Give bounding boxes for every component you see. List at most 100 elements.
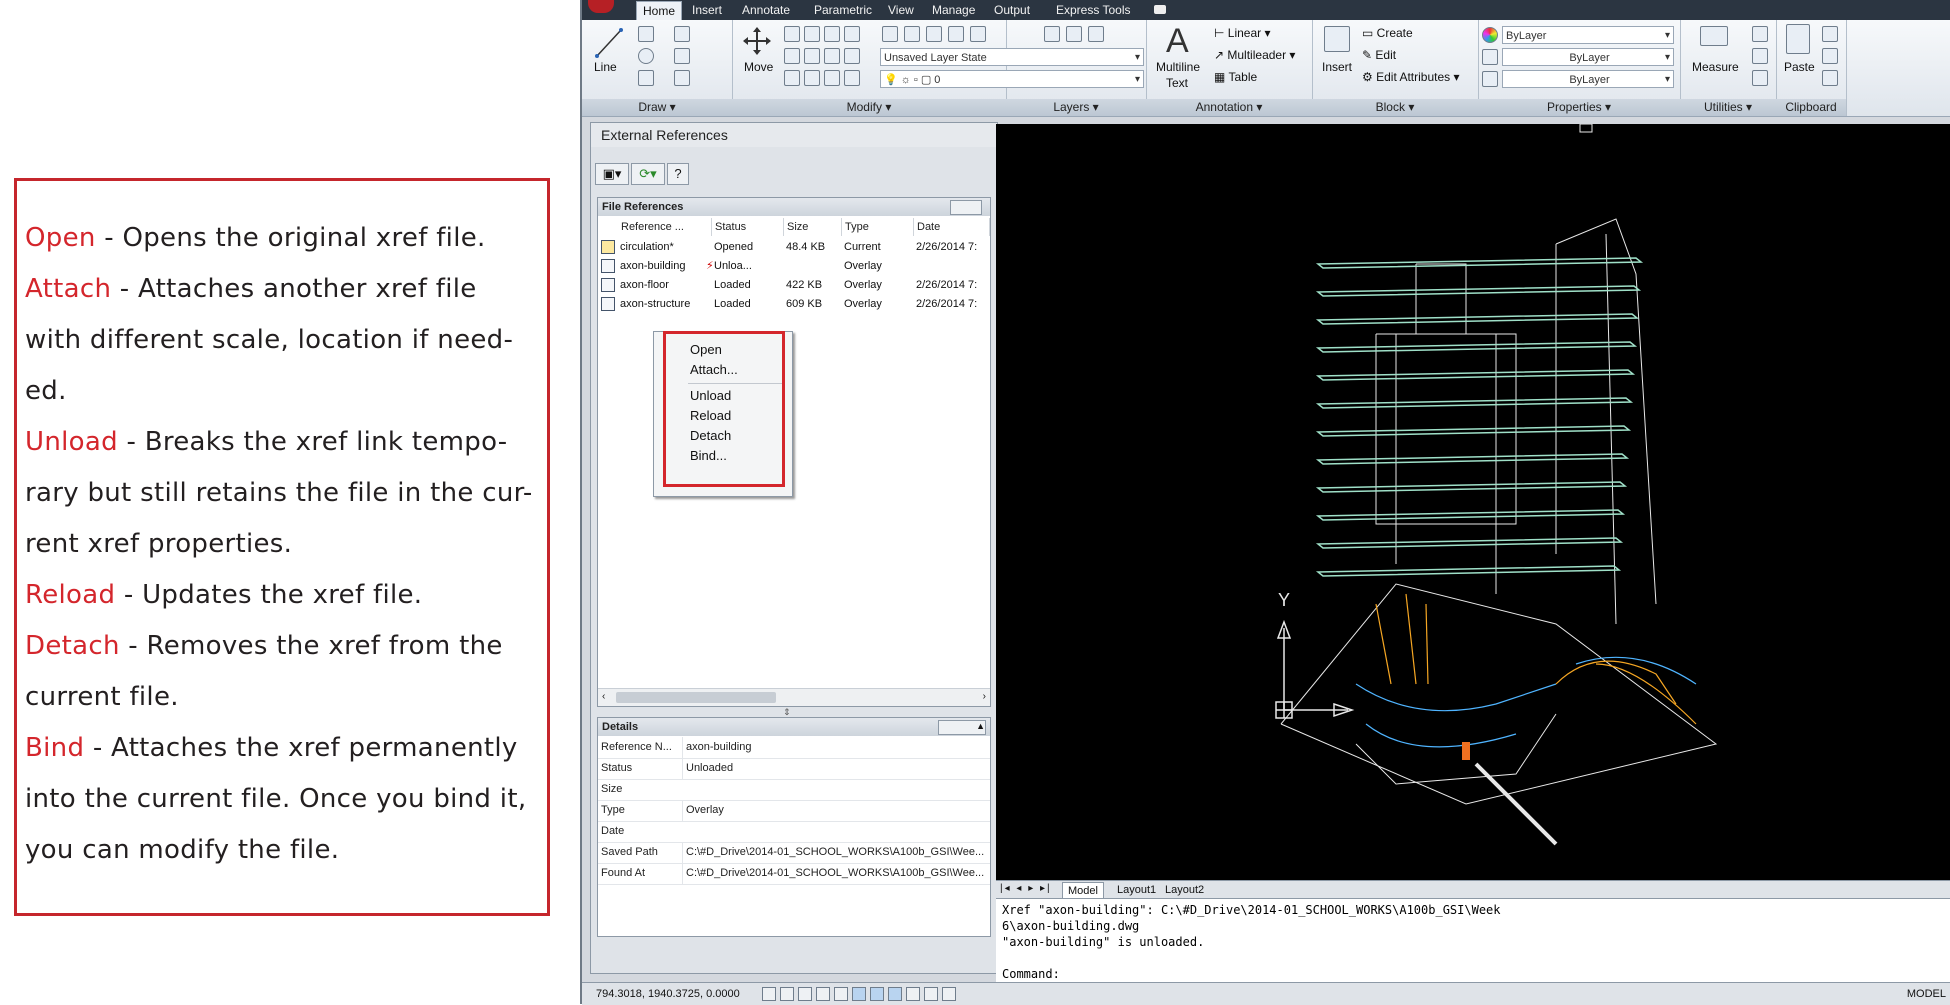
layer-freeze-icon[interactable] — [970, 26, 986, 42]
multiline-text-label-2[interactable]: Text — [1166, 76, 1188, 90]
trim-icon[interactable] — [824, 26, 840, 42]
calculator-icon[interactable] — [1752, 70, 1768, 86]
scroll-right-icon[interactable]: › — [983, 691, 986, 702]
insert-button[interactable]: Insert — [1322, 60, 1352, 74]
match-properties-icon[interactable] — [1822, 70, 1838, 86]
layer-off-icon[interactable] — [1044, 26, 1060, 42]
explode-icon[interactable] — [844, 48, 860, 64]
panel-annotation-title[interactable]: Annotation ▾ — [1146, 99, 1312, 116]
osnap-icon[interactable] — [852, 987, 866, 1001]
multiline-text-icon[interactable]: A — [1166, 22, 1189, 61]
snap-icon[interactable] — [780, 987, 794, 1001]
detail-value[interactable]: Overlay — [682, 800, 988, 821]
tab-layout1[interactable]: Layout1 — [1112, 882, 1161, 898]
attach-dwg-button[interactable]: ▣▾ — [595, 163, 629, 185]
col-status[interactable]: Status — [712, 218, 784, 236]
mirror-icon[interactable] — [784, 48, 800, 64]
multileader-button[interactable]: ↗ Multileader ▾ — [1214, 48, 1295, 62]
model-space-indicator[interactable]: MODEL — [1907, 983, 1946, 1005]
layer-isolate-icon[interactable] — [948, 26, 964, 42]
command-prompt[interactable]: Command: — [1002, 967, 1060, 981]
tab-express-tools[interactable]: Express Tools — [1050, 1, 1136, 19]
tab-insert[interactable]: Insert — [686, 1, 728, 19]
refresh-button[interactable]: ⟳▾ — [631, 163, 665, 185]
chamfer-icon[interactable] — [844, 70, 860, 86]
circle-icon[interactable] — [638, 48, 654, 64]
panel-properties-title[interactable]: Properties ▾ — [1478, 99, 1680, 116]
hatch-icon[interactable] — [674, 70, 690, 86]
stretch-icon[interactable] — [784, 70, 800, 86]
copy-clip-icon[interactable] — [1822, 48, 1838, 64]
panel-clipboard-title[interactable]: Clipboard — [1776, 99, 1846, 116]
file-ref-row-axon-structure[interactable]: axon-structure Loaded 609 KB Overlay 2/2… — [598, 295, 990, 314]
otrack-icon[interactable] — [870, 987, 884, 1001]
quick-select-icon[interactable] — [1752, 26, 1768, 42]
linear-dimension-button[interactable]: ⊢ Linear ▾ — [1214, 26, 1271, 40]
linetype-dropdown[interactable]: ByLayer — [1502, 48, 1674, 67]
help-icon[interactable]: ? — [667, 163, 689, 185]
edit-attributes-button[interactable]: ⚙ Edit Attributes ▾ — [1362, 70, 1460, 84]
layer-match-icon[interactable] — [904, 26, 920, 42]
col-type[interactable]: Type — [842, 218, 914, 236]
paste-button[interactable]: Paste — [1784, 60, 1815, 74]
command-line[interactable]: Xref "axon-building": C:\#D_Drive\2014-0… — [996, 898, 1950, 983]
undo-icon[interactable] — [674, 26, 690, 42]
col-size[interactable]: Size — [784, 218, 842, 236]
details-collapse-icon[interactable]: ▲ — [938, 720, 986, 735]
grid-array-icon[interactable] — [824, 70, 840, 86]
panel-modify-title[interactable]: Modify ▾ — [732, 99, 1006, 116]
infer-icon[interactable] — [762, 987, 776, 1001]
rotate-icon[interactable] — [804, 26, 820, 42]
array-icon[interactable] — [824, 48, 840, 64]
lineweight-dropdown[interactable]: ByLayer — [1502, 70, 1674, 89]
layer-walk-icon[interactable] — [1088, 26, 1104, 42]
transparency-icon[interactable] — [942, 987, 956, 1001]
tab-manage[interactable]: Manage — [926, 1, 981, 19]
grid-icon[interactable] — [798, 987, 812, 1001]
scrollbar-thumb[interactable] — [616, 692, 776, 703]
file-ref-row-circulation[interactable]: circulation* Opened 48.4 KB Current 2/26… — [598, 238, 990, 257]
panel-utilities-title[interactable]: Utilities ▾ — [1680, 99, 1776, 116]
create-block-button[interactable]: ▭ Create — [1362, 26, 1413, 40]
view-toggle-icon[interactable] — [950, 200, 982, 215]
ortho-icon[interactable] — [816, 987, 830, 1001]
scale-icon[interactable] — [804, 70, 820, 86]
detail-value[interactable]: C:\#D_Drive\2014-01_SCHOOL_WORKS\A100b_G… — [682, 842, 988, 863]
ducs-icon[interactable] — [888, 987, 902, 1001]
measure-icon[interactable] — [1700, 26, 1728, 46]
move-icon[interactable] — [742, 26, 772, 56]
tab-output[interactable]: Output — [988, 1, 1036, 19]
move-button[interactable]: Move — [744, 60, 773, 74]
panel-block-title[interactable]: Block ▾ — [1312, 99, 1478, 116]
coordinates-readout[interactable]: 794.3018, 1940.3725, 0.0000 — [596, 983, 740, 1005]
col-date[interactable]: Date — [914, 218, 990, 236]
ribbon-minimize-icon[interactable] — [1154, 5, 1166, 14]
layer-properties-icon[interactable] — [882, 26, 898, 42]
col-reference[interactable]: Reference ... — [618, 218, 712, 236]
dyn-icon[interactable] — [906, 987, 920, 1001]
horizontal-scrollbar[interactable]: ‹ › — [598, 688, 990, 706]
table-button[interactable]: ▦ Table — [1214, 70, 1257, 84]
fillet-icon[interactable] — [804, 48, 820, 64]
file-ref-row-axon-building[interactable]: axon-building ⚡ Unloa... Overlay — [598, 257, 990, 276]
layer-lock-icon[interactable] — [1066, 26, 1082, 42]
polar-icon[interactable] — [834, 987, 848, 1001]
select-similar-icon[interactable] — [1752, 48, 1768, 64]
detail-value[interactable]: axon-building — [682, 737, 988, 758]
layer-previous-icon[interactable] — [926, 26, 942, 42]
tab-annotate[interactable]: Annotate — [736, 1, 796, 19]
scroll-left-icon[interactable]: ‹ — [602, 691, 605, 702]
tab-view[interactable]: View — [882, 1, 920, 19]
copy-icon[interactable] — [784, 26, 800, 42]
lineweight-toggle-icon[interactable] — [924, 987, 938, 1001]
drawing-viewport[interactable]: Y — [996, 124, 1950, 880]
edit-block-button[interactable]: ✎ Edit — [1362, 48, 1396, 62]
layout-nav-icon[interactable]: |◂ ◂ ▸ ▸| — [1000, 883, 1052, 894]
rectangle-icon[interactable] — [674, 48, 690, 64]
tab-layout2[interactable]: Layout2 — [1160, 882, 1209, 898]
ellipse-icon[interactable] — [638, 70, 654, 86]
line-button[interactable]: Line — [594, 60, 617, 74]
measure-button[interactable]: Measure — [1692, 60, 1739, 74]
paste-icon[interactable] — [1786, 24, 1810, 54]
offset-icon[interactable] — [844, 26, 860, 42]
